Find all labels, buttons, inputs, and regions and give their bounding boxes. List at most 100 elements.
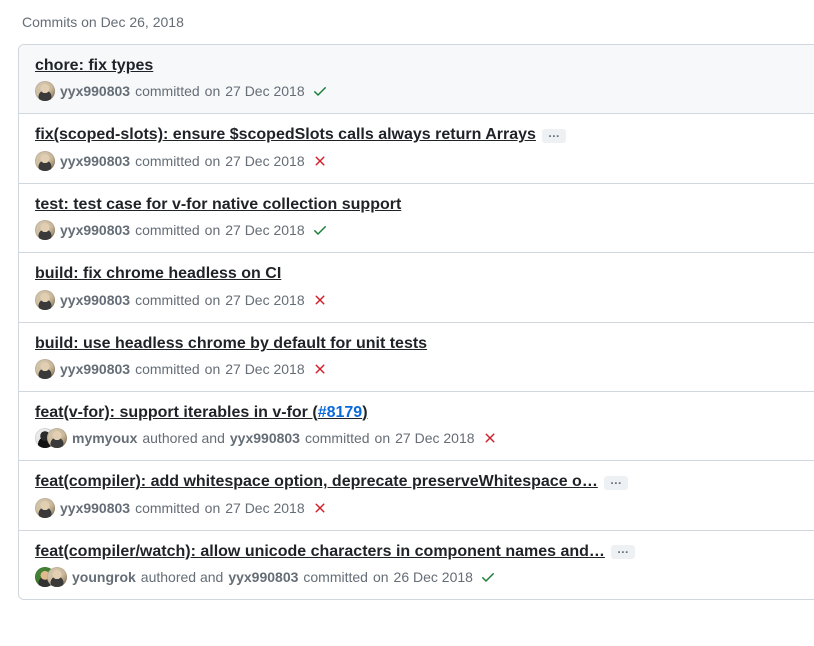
meta-text: on (205, 151, 221, 171)
commit-title-row: feat(compiler/watch): allow unicode char… (35, 541, 798, 563)
commit-title-row: build: use headless chrome by default fo… (35, 333, 798, 355)
meta-text: on (205, 81, 221, 101)
commit-title-row: chore: fix types (35, 55, 798, 77)
commit-title-link[interactable]: feat(v-for): support iterables in v-for … (35, 402, 368, 424)
meta-text: committed (135, 359, 200, 379)
meta-text: committed (305, 428, 370, 448)
commit-date: 27 Dec 2018 (225, 359, 304, 379)
commit-title-link[interactable]: feat(compiler/watch): allow unicode char… (35, 541, 605, 563)
commit-title-row: test: test case for v-for native collect… (35, 194, 798, 216)
avatar-stack (35, 498, 55, 518)
author-link[interactable]: yyx990803 (60, 290, 130, 310)
commit-item: fix(scoped-slots): ensure $scopedSlots c… (19, 113, 814, 182)
meta-text: committed (135, 290, 200, 310)
commit-meta: yyx990803 committed on 27 Dec 2018 (35, 151, 798, 171)
commit-date: 27 Dec 2018 (225, 81, 304, 101)
commit-meta: yyx990803 committed on 27 Dec 2018 (35, 81, 798, 101)
author-link[interactable]: yyx990803 (60, 81, 130, 101)
author-link[interactable]: mymyoux (72, 428, 137, 448)
commit-item: chore: fix types yyx990803 committed on 2… (19, 45, 814, 113)
meta-text: committed (135, 498, 200, 518)
avatar-stack (35, 220, 55, 240)
expand-description-button[interactable]: … (604, 476, 628, 490)
avatar-stack (35, 428, 67, 448)
avatar[interactable] (35, 290, 55, 310)
author-link[interactable]: yyx990803 (60, 220, 130, 240)
commit-title-text: ) (362, 404, 367, 421)
commit-item: feat(compiler/watch): allow unicode char… (19, 530, 814, 599)
commit-item: build: use headless chrome by default fo… (19, 322, 814, 391)
commit-title-row: feat(v-for): support iterables in v-for … (35, 402, 798, 424)
commit-title-text: feat(v-for): support iterables in v-for … (35, 404, 318, 421)
commit-title-link[interactable]: chore: fix types (35, 55, 153, 77)
x-icon[interactable] (312, 361, 328, 377)
commit-group-heading: Commits on Dec 26, 2018 (0, 0, 814, 44)
commit-item: build: fix chrome headless on CI yyx99080… (19, 252, 814, 321)
avatar[interactable] (35, 151, 55, 171)
avatar[interactable] (35, 220, 55, 240)
commit-meta: mymyoux authored and yyx990803 committed… (35, 428, 798, 448)
meta-text: committed (135, 151, 200, 171)
meta-text: on (205, 498, 221, 518)
avatar-stack (35, 359, 55, 379)
check-icon[interactable] (480, 569, 496, 585)
x-icon[interactable] (312, 292, 328, 308)
avatar[interactable] (35, 498, 55, 518)
x-icon[interactable] (312, 153, 328, 169)
commit-title-row: build: fix chrome headless on CI (35, 263, 798, 285)
meta-text: on (205, 290, 221, 310)
commit-date: 27 Dec 2018 (225, 220, 304, 240)
commit-title-row: feat(compiler): add whitespace option, d… (35, 471, 798, 493)
commit-title-link[interactable]: feat(compiler): add whitespace option, d… (35, 471, 598, 493)
commit-title-link[interactable]: test: test case for v-for native collect… (35, 194, 401, 216)
avatar[interactable] (35, 359, 55, 379)
commit-title-link[interactable]: build: fix chrome headless on CI (35, 263, 281, 285)
x-icon[interactable] (482, 430, 498, 446)
check-icon[interactable] (312, 83, 328, 99)
commit-meta: youngrok authored and yyx990803 committe… (35, 567, 798, 587)
avatar-stack (35, 567, 67, 587)
commit-meta: yyx990803 committed on 27 Dec 2018 (35, 290, 798, 310)
author-link[interactable]: yyx990803 (60, 498, 130, 518)
commit-title-row: fix(scoped-slots): ensure $scopedSlots c… (35, 124, 798, 146)
meta-text: on (373, 567, 389, 587)
meta-text: committed (303, 567, 368, 587)
meta-text: on (205, 220, 221, 240)
check-icon[interactable] (312, 222, 328, 238)
avatar-stack (35, 151, 55, 171)
avatar[interactable] (47, 428, 67, 448)
committer-link[interactable]: yyx990803 (230, 428, 300, 448)
avatar[interactable] (35, 81, 55, 101)
meta-text: authored and (141, 567, 224, 587)
commit-date: 27 Dec 2018 (225, 151, 304, 171)
commit-meta: yyx990803 committed on 27 Dec 2018 (35, 220, 798, 240)
commit-item: test: test case for v-for native collect… (19, 183, 814, 252)
commit-date: 26 Dec 2018 (394, 567, 473, 587)
meta-text: on (375, 428, 391, 448)
commit-meta: yyx990803 committed on 27 Dec 2018 (35, 498, 798, 518)
commit-date: 27 Dec 2018 (225, 290, 304, 310)
commit-meta: yyx990803 committed on 27 Dec 2018 (35, 359, 798, 379)
committer-link[interactable]: yyx990803 (228, 567, 298, 587)
author-link[interactable]: yyx990803 (60, 359, 130, 379)
author-link[interactable]: yyx990803 (60, 151, 130, 171)
meta-text: authored and (142, 428, 225, 448)
commit-date: 27 Dec 2018 (225, 498, 304, 518)
meta-text: committed (135, 81, 200, 101)
expand-description-button[interactable]: … (542, 129, 566, 143)
author-link[interactable]: youngrok (72, 567, 136, 587)
commit-title-link[interactable]: fix(scoped-slots): ensure $scopedSlots c… (35, 124, 536, 146)
meta-text: on (205, 359, 221, 379)
commit-date: 27 Dec 2018 (395, 428, 474, 448)
avatar-stack (35, 290, 55, 310)
meta-text: committed (135, 220, 200, 240)
avatar[interactable] (47, 567, 67, 587)
commit-item: feat(v-for): support iterables in v-for … (19, 391, 814, 460)
issue-reference-link[interactable]: #8179 (318, 404, 363, 421)
expand-description-button[interactable]: … (611, 545, 635, 559)
x-icon[interactable] (312, 500, 328, 516)
avatar-stack (35, 81, 55, 101)
commit-title-link[interactable]: build: use headless chrome by default fo… (35, 333, 427, 355)
commits-list: chore: fix types yyx990803 committed on 2… (18, 44, 814, 600)
commit-item: feat(compiler): add whitespace option, d… (19, 460, 814, 529)
